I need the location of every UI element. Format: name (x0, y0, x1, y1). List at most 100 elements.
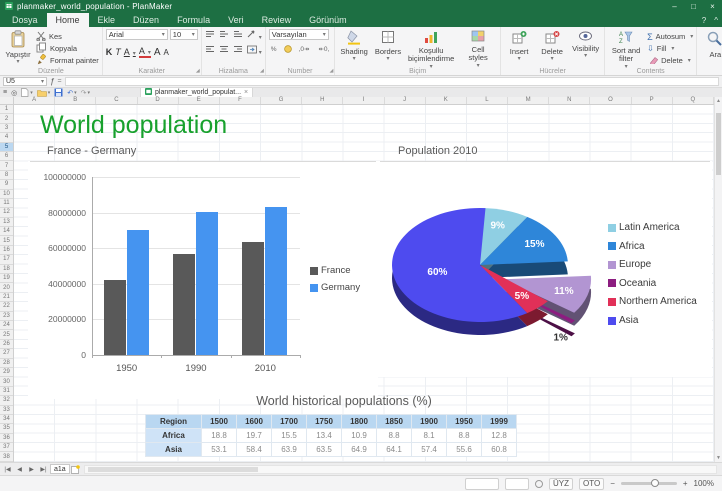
remove-decimal-icon[interactable]: ↞0, (316, 44, 331, 54)
scroll-up-icon[interactable]: ▲ (715, 97, 722, 105)
column-header[interactable]: J (385, 97, 426, 104)
formula-input[interactable] (65, 77, 719, 86)
add-decimal-icon[interactable]: ,0↠ (297, 44, 312, 54)
cut-button[interactable]: Kes (36, 31, 99, 42)
row-header[interactable]: 1 (0, 105, 13, 114)
column-header[interactable]: M (508, 97, 549, 104)
bar-germany-1990[interactable] (196, 212, 218, 355)
row-header[interactable]: 6 (0, 152, 13, 161)
row-header[interactable]: 3 (0, 124, 13, 133)
menu-tab-home[interactable]: Home (47, 13, 89, 27)
column-header[interactable]: N (549, 97, 590, 104)
delete-cells-button[interactable]: Delete ▾ (537, 29, 567, 64)
close-button[interactable]: × (703, 0, 722, 13)
bar-france-2010[interactable] (242, 242, 264, 355)
font-size-combo[interactable]: 10▾ (170, 29, 198, 40)
row-header[interactable]: 7 (0, 161, 13, 170)
document-tab[interactable]: planmaker_world_populat... × (140, 88, 253, 97)
pie-legend-europe[interactable]: Europe (608, 259, 651, 270)
row-header[interactable]: 13 (0, 218, 13, 227)
autosum-button[interactable]: Σ Autosum ▾ (647, 31, 693, 42)
row-header[interactable]: 28 (0, 359, 13, 368)
collapse-ribbon-icon[interactable]: ^ (714, 16, 718, 25)
row-header[interactable]: 23 (0, 312, 13, 321)
menu-tab-dzen[interactable]: Düzen (124, 13, 168, 27)
insert-cells-button[interactable]: Insert ▾ (504, 29, 534, 64)
row-header[interactable]: 20 (0, 283, 13, 292)
shrink-font-button[interactable]: A (164, 48, 169, 57)
cell-styles-button[interactable]: Cell styles ▾ (459, 29, 497, 71)
sheet-tab-active[interactable]: a1a (50, 464, 70, 474)
font-color-button[interactable]: A▾ (139, 46, 151, 58)
dialog-launcher-icon[interactable]: ◢ (260, 68, 264, 74)
row-header[interactable]: 4 (0, 133, 13, 142)
vertical-scroll-thumb[interactable] (716, 113, 721, 175)
row-header[interactable]: 30 (0, 377, 13, 386)
align-left-icon[interactable] (205, 41, 215, 59)
row-header[interactable]: 15 (0, 236, 13, 245)
row-header[interactable]: 8 (0, 171, 13, 180)
grow-font-button[interactable]: A (154, 47, 161, 58)
row-header[interactable]: 9 (0, 180, 13, 189)
pie-legend-africa[interactable]: Africa (608, 241, 645, 252)
borders-button[interactable]: Borders ▾ (373, 29, 403, 64)
new-sheet-icon[interactable] (71, 465, 80, 474)
redo-icon[interactable]: ↷▾ (81, 89, 90, 97)
status-mode-oto[interactable]: OTO (579, 478, 604, 490)
row-header[interactable]: 37 (0, 443, 13, 452)
prev-sheet-icon[interactable]: ◀ (14, 466, 25, 473)
column-header[interactable]: B (55, 97, 96, 104)
font-name-combo[interactable]: Arial▾ (106, 29, 168, 40)
shading-button[interactable]: Shading ▾ (338, 29, 370, 64)
close-tab-icon[interactable]: × (244, 89, 248, 96)
row-header[interactable]: 19 (0, 274, 13, 283)
row-header[interactable]: 10 (0, 190, 13, 199)
select-all-corner[interactable] (0, 97, 14, 105)
row-header[interactable]: 26 (0, 340, 13, 349)
column-header[interactable]: L (467, 97, 508, 104)
format-painter-button[interactable]: Format painter (36, 55, 99, 66)
row-header[interactable]: 36 (0, 434, 13, 443)
column-header[interactable]: O (590, 97, 631, 104)
pie-legend-oceania[interactable]: Oceania (608, 278, 656, 289)
row-header[interactable]: 14 (0, 227, 13, 236)
new-document-icon[interactable]: ▾ (21, 88, 33, 97)
bar-germany-2010[interactable] (265, 207, 287, 355)
row-header[interactable]: 31 (0, 387, 13, 396)
help-icon[interactable]: ? (702, 16, 706, 25)
dialog-launcher-icon[interactable]: ◢ (196, 68, 200, 74)
bar-chart[interactable]: 0200000004000000060000000800000001000000… (30, 165, 376, 395)
align-center-icon[interactable] (219, 41, 229, 59)
status-mode-uyz[interactable]: ÜYZ (549, 478, 573, 490)
paste-button[interactable]: Yapıştır ▾ (3, 29, 33, 67)
menu-tab-formula[interactable]: Formula (168, 13, 219, 27)
next-sheet-icon[interactable]: ▶ (26, 466, 37, 473)
menu-tab-veri[interactable]: Veri (219, 13, 253, 27)
row-header[interactable]: 33 (0, 406, 13, 415)
percent-format-icon[interactable]: % (269, 45, 279, 54)
bar-legend-germany[interactable]: Germany (310, 282, 360, 293)
bar-germany-1950[interactable] (127, 230, 149, 355)
bar-france-1950[interactable] (104, 280, 126, 355)
column-header[interactable]: P (632, 97, 673, 104)
bold-button[interactable]: K (106, 47, 113, 57)
underline-button[interactable]: A▾ (124, 47, 136, 57)
row-header[interactable]: 16 (0, 246, 13, 255)
menu-tab-ekle[interactable]: Ekle (89, 13, 125, 27)
pie-legend-northern-america[interactable]: Northern America (608, 296, 697, 307)
zoom-slider[interactable] (621, 482, 677, 485)
row-header[interactable]: 11 (0, 199, 13, 208)
column-header[interactable]: E (179, 97, 220, 104)
align-right-icon[interactable] (233, 41, 243, 59)
historical-populations-table[interactable]: Region1500160017001750180018501900195019… (145, 414, 517, 457)
italic-button[interactable]: T (115, 47, 121, 57)
row-header[interactable]: 27 (0, 349, 13, 358)
bar-legend-france[interactable]: France (310, 265, 351, 276)
zoom-in-button[interactable]: + (683, 479, 688, 488)
copy-button[interactable]: Kopyala (36, 43, 99, 54)
currency-format-icon[interactable] (284, 40, 292, 58)
pie-chart[interactable]: 9%15%11%1%5%60% Latin AmericaAfricaEurop… (366, 165, 712, 377)
first-sheet-icon[interactable]: |◀ (2, 466, 13, 473)
vertical-scrollbar[interactable]: ▲ ▼ (714, 97, 722, 462)
formula-equals-icon[interactable]: = (57, 78, 61, 85)
